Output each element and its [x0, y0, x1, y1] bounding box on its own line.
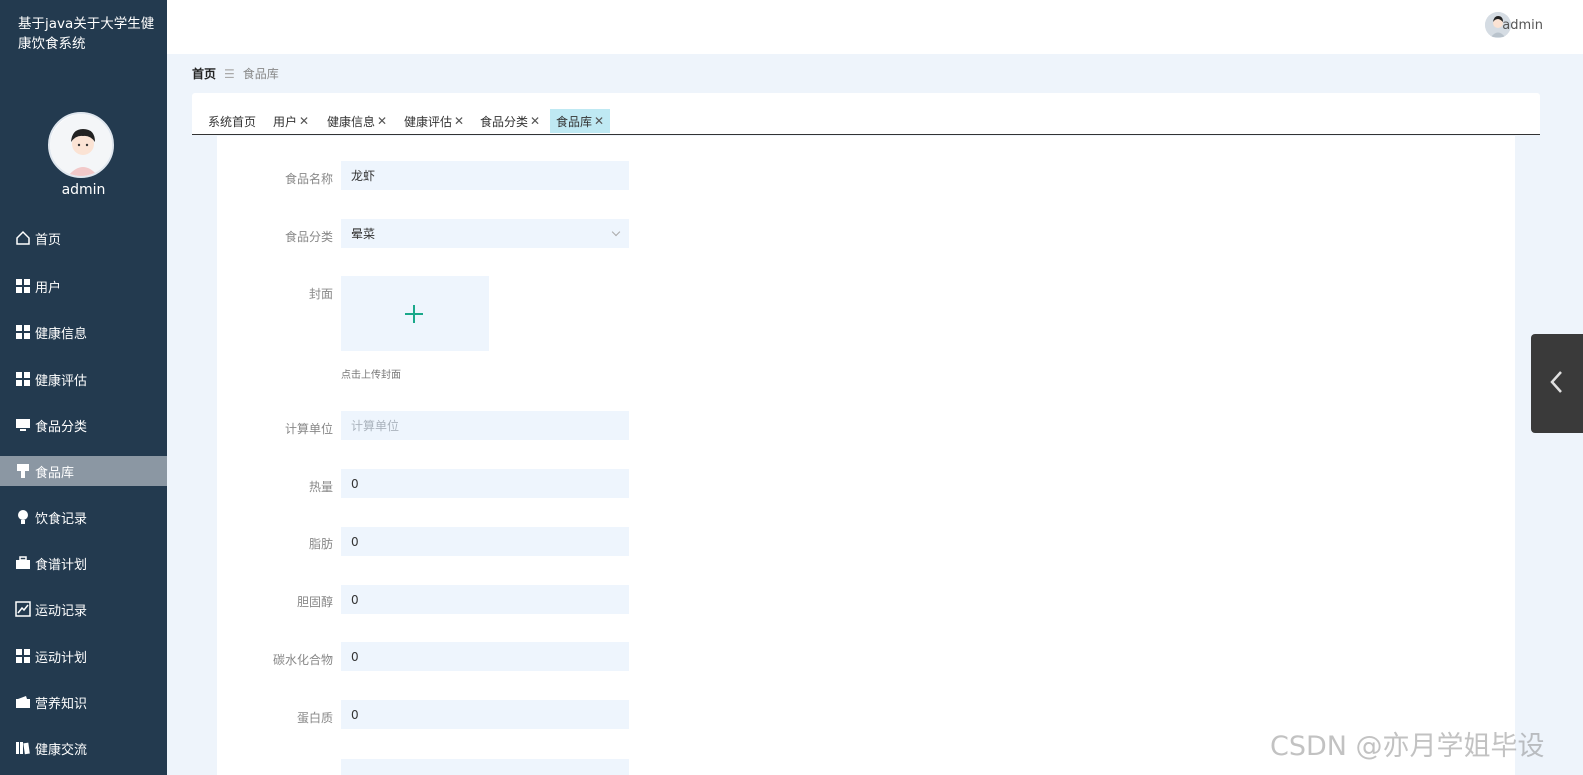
- breadcrumb: 首页 ☰ 食品库: [192, 65, 279, 82]
- brush-icon: [14, 463, 31, 480]
- sidebar-item-users[interactable]: 用户: [0, 271, 167, 301]
- close-icon[interactable]: ✕: [454, 114, 464, 128]
- cholesterol-label: 胆固醇: [296, 595, 333, 609]
- tab-food-category[interactable]: 食品分类 ✕: [474, 109, 546, 133]
- sidebar-item-health-exchange[interactable]: 健康交流: [0, 733, 167, 763]
- close-icon[interactable]: ✕: [530, 114, 540, 128]
- home-icon: [14, 230, 31, 247]
- sidebar-item-label: 健康信息: [35, 326, 88, 342]
- sidebar-item-label: 健康评估: [35, 373, 88, 389]
- tab-system-home[interactable]: 系统首页: [202, 109, 262, 133]
- tab-food-library[interactable]: 食品库 ✕: [550, 109, 611, 133]
- sidebar-item-food-library[interactable]: 食品库: [0, 456, 167, 486]
- cover-label: 封面: [308, 287, 333, 301]
- breadcrumb-separator-icon: ☰: [224, 66, 235, 81]
- breadcrumb-home[interactable]: 首页: [192, 65, 216, 82]
- plus-icon[interactable]: [405, 305, 423, 323]
- tab-users[interactable]: 用户 ✕: [267, 109, 315, 133]
- grid-icon: [14, 324, 31, 341]
- food-category-select[interactable]: 晕菜: [341, 219, 629, 248]
- avatar: [48, 112, 114, 178]
- monitor-icon: [14, 417, 31, 434]
- tab-label: 食品分类: [480, 114, 529, 129]
- close-icon[interactable]: ✕: [299, 114, 309, 128]
- sidebar-item-nutrition[interactable]: 营养知识: [0, 687, 167, 717]
- sidebar-item-label: 首页: [35, 232, 62, 248]
- unit-input[interactable]: 计算单位: [341, 411, 629, 440]
- top-bar: admin: [167, 0, 1583, 54]
- tab-health-info[interactable]: 健康信息 ✕: [321, 109, 393, 133]
- side-panel-toggle[interactable]: [1531, 334, 1583, 433]
- briefcase-icon: [14, 555, 31, 572]
- sidebar-item-label: 食品分类: [35, 419, 88, 435]
- sidebar-item-home[interactable]: 首页: [0, 223, 167, 253]
- sidebar-user-name: admin: [61, 182, 106, 198]
- sidebar: 基于java关于大学生健康饮食系统 admin 首页 用户 健康信息 健康评估: [0, 0, 167, 775]
- sidebar-item-exercise-plan[interactable]: 运动计划: [0, 641, 167, 671]
- next-field-input[interactable]: [341, 759, 629, 775]
- tab-bar: 系统首页 用户 ✕ 健康信息 ✕ 健康评估 ✕ 食品分类 ✕ 食品库 ✕: [192, 93, 1540, 135]
- calories-label: 热量: [308, 480, 333, 494]
- tab-label: 用户: [273, 114, 298, 129]
- chevron-left-icon: [1550, 371, 1562, 393]
- tab-label: 健康信息: [327, 114, 376, 129]
- food-category-label: 食品分类: [284, 230, 333, 244]
- sidebar-item-exercise-record[interactable]: 运动记录: [0, 594, 167, 624]
- breadcrumb-current: 食品库: [242, 67, 279, 81]
- food-name-input[interactable]: 龙虾: [341, 161, 629, 190]
- carbohydrate-label: 碳水化合物: [272, 653, 333, 667]
- unit-label: 计算单位: [284, 422, 333, 436]
- protein-input[interactable]: 0: [341, 700, 629, 729]
- watermark: CSDN @亦月学姐毕设: [1270, 731, 1545, 762]
- header-user-name[interactable]: admin: [1502, 18, 1543, 33]
- close-icon[interactable]: ✕: [377, 114, 387, 128]
- cover-upload-hint: 点击上传封面: [341, 370, 401, 381]
- tab-label: 食品库: [556, 114, 593, 129]
- cholesterol-input[interactable]: 0: [341, 585, 629, 614]
- wallet-icon: [14, 694, 31, 711]
- sidebar-item-label: 食品库: [35, 465, 75, 481]
- chart-icon: [14, 601, 31, 618]
- sidebar-item-health-eval[interactable]: 健康评估: [0, 364, 167, 394]
- sidebar-item-health-info[interactable]: 健康信息: [0, 317, 167, 347]
- food-category-value: 晕菜: [351, 227, 376, 241]
- sidebar-item-label: 健康交流: [35, 742, 88, 758]
- calories-input[interactable]: 0: [341, 469, 629, 498]
- food-name-label: 食品名称: [284, 172, 333, 186]
- close-icon[interactable]: ✕: [594, 114, 604, 128]
- sidebar-item-recipe-plan[interactable]: 食谱计划: [0, 548, 167, 578]
- tab-health-eval[interactable]: 健康评估 ✕: [398, 109, 470, 133]
- sidebar-item-label: 饮食记录: [35, 511, 88, 527]
- fat-input[interactable]: 0: [341, 527, 629, 556]
- grid-icon: [14, 278, 31, 295]
- sidebar-item-label: 食谱计划: [35, 557, 88, 573]
- book-icon: [14, 740, 31, 757]
- protein-label: 蛋白质: [296, 711, 333, 725]
- carbohydrate-input[interactable]: 0: [341, 642, 629, 671]
- sidebar-item-label: 营养知识: [35, 696, 88, 712]
- tab-label: 系统首页: [208, 114, 257, 129]
- bulb-icon: [14, 509, 31, 526]
- grid-icon: [14, 648, 31, 665]
- tab-label: 健康评估: [404, 114, 453, 129]
- grid-icon: [14, 371, 31, 388]
- sidebar-item-food-category[interactable]: 食品分类: [0, 410, 167, 440]
- sidebar-item-label: 运动计划: [35, 650, 88, 666]
- sidebar-item-diet-record[interactable]: 饮食记录: [0, 502, 167, 532]
- sidebar-item-label: 用户: [35, 280, 62, 296]
- fat-label: 脂肪: [308, 537, 333, 551]
- sidebar-item-label: 运动记录: [35, 603, 88, 619]
- app-title: 基于java关于大学生健康饮食系统: [18, 16, 155, 52]
- chevron-down-icon: [611, 227, 621, 237]
